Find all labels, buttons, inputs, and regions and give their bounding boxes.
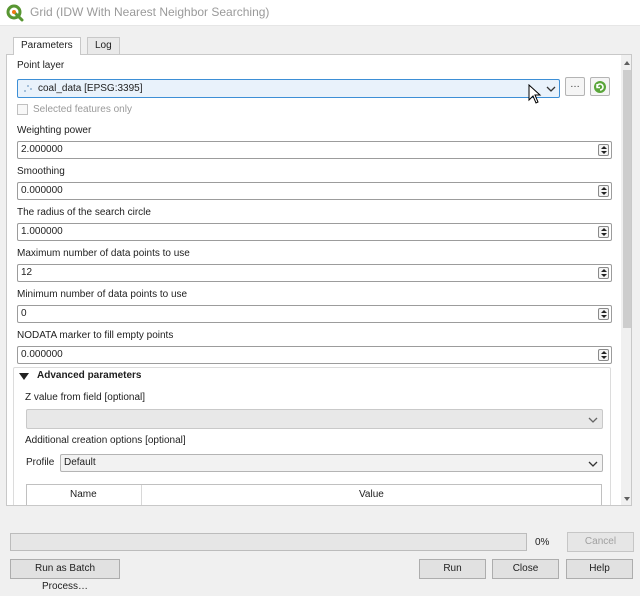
column-header-name[interactable]: Name [70,489,97,500]
help-button[interactable]: Help [566,559,633,579]
scroll-down-icon[interactable] [624,497,630,501]
chevron-down-icon[interactable] [546,85,556,93]
nodata-label: NODATA marker to fill empty points [17,330,174,341]
weighting-power-value: 2.000000 [21,144,63,155]
profile-value: Default [64,457,96,468]
radius-spinner[interactable] [598,226,609,238]
creation-options-table-header: Name Value [26,484,602,505]
smoothing-label: Smoothing [17,166,65,177]
selected-features-checkbox[interactable] [17,104,28,115]
run-button[interactable]: Run [419,559,486,579]
radius-value: 1.000000 [21,226,63,237]
scrollbar-thumb[interactable] [623,70,631,328]
parameters-scroll-area: Point layer coal_data [EPSG:3395] … Sele… [7,55,617,505]
iterate-icon [594,81,606,93]
nodata-input[interactable]: 0.000000 [17,346,612,364]
profile-label: Profile [26,457,55,468]
close-button[interactable]: Close [492,559,559,579]
min-points-input[interactable]: 0 [17,305,612,323]
weighting-power-label: Weighting power [17,125,92,136]
browse-layer-button[interactable]: … [565,77,585,96]
point-layer-label: Point layer [17,60,65,71]
window-title: Grid (IDW With Nearest Neighbor Searchin… [30,5,270,19]
chevron-down-icon [588,461,598,467]
mouse-cursor-icon [528,84,542,104]
parameters-panel: Point layer coal_data [EPSG:3395] … Sele… [6,54,632,506]
radius-input[interactable]: 1.000000 [17,223,612,241]
vertical-scrollbar[interactable] [621,55,631,505]
nodata-spinner[interactable] [598,349,609,361]
run-as-batch-button[interactable]: Run as Batch Process… [10,559,120,592]
iterate-button[interactable] [590,77,610,96]
radius-label: The radius of the search circle [17,207,151,218]
tab-log[interactable]: Log [87,37,120,54]
column-header-value[interactable]: Value [359,489,384,500]
z-field-combo[interactable] [26,409,603,429]
collapse-triangle-icon[interactable] [19,373,29,380]
max-points-label: Maximum number of data points to use [17,248,190,259]
qgis-logo-icon [6,4,24,22]
advanced-parameters-title[interactable]: Advanced parameters [34,370,145,381]
min-points-label: Minimum number of data points to use [17,289,188,300]
tab-parameters[interactable]: Parameters [13,37,81,55]
nodata-value: 0.000000 [21,349,63,360]
smoothing-spinner[interactable] [598,185,609,197]
title-bar: Grid (IDW With Nearest Neighbor Searchin… [0,0,640,26]
point-layer-icon [24,85,32,92]
scroll-up-icon[interactable] [624,61,630,65]
max-points-value: 12 [21,267,33,278]
weighting-power-input[interactable]: 2.000000 [17,141,612,159]
point-layer-combo[interactable]: coal_data [EPSG:3395] [17,79,560,98]
creation-options-label: Additional creation options [optional] [25,435,186,446]
max-points-spinner[interactable] [598,267,609,279]
progress-bar [10,533,527,551]
weighting-power-spinner[interactable] [598,144,609,156]
z-field-label: Z value from field [optional] [25,392,146,403]
smoothing-input[interactable]: 0.000000 [17,182,612,200]
smoothing-value: 0.000000 [21,185,63,196]
profile-combo[interactable]: Default [60,454,603,472]
progress-percent: 0% [535,537,550,548]
min-points-value: 0 [21,308,27,319]
max-points-input[interactable]: 12 [17,264,612,282]
cancel-button[interactable]: Cancel [567,532,634,552]
point-layer-value: coal_data [EPSG:3395] [38,83,143,94]
chevron-down-icon [588,417,598,423]
selected-features-label: Selected features only [33,104,132,115]
min-points-spinner[interactable] [598,308,609,320]
